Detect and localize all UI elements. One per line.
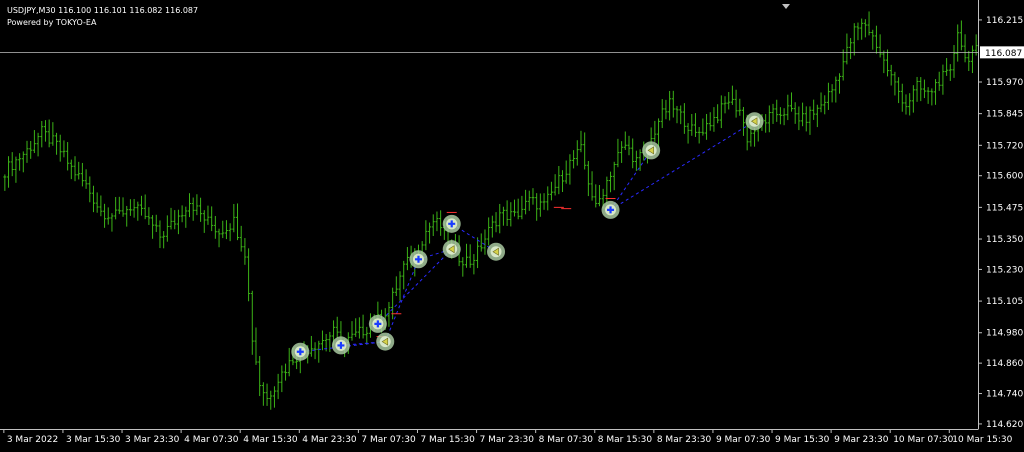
x-tick-label: 9 Mar 07:30 <box>716 435 771 445</box>
x-tick-label: 3 Mar 2022 <box>7 435 58 445</box>
y-tick-label: 115.350 <box>986 235 1023 245</box>
x-tick-label: 7 Mar 07:30 <box>361 435 416 445</box>
x-tick-label: 3 Mar 15:30 <box>66 435 121 445</box>
y-tick-label: 115.720 <box>986 141 1023 151</box>
buy-marker-icon[interactable] <box>368 314 387 333</box>
sell-marker-icon[interactable] <box>376 332 395 351</box>
x-tick-label: 8 Mar 07:30 <box>539 435 594 445</box>
sell-marker-icon[interactable] <box>487 242 506 261</box>
y-tick-label: 116.215 <box>986 16 1023 26</box>
powered-by-label: Powered by TOKYO-EA <box>7 18 97 27</box>
current-price-label: 116.087 <box>985 49 1022 59</box>
buy-marker-icon[interactable] <box>331 336 350 355</box>
x-tick-label: 8 Mar 23:30 <box>657 435 712 445</box>
sell-marker-icon[interactable] <box>642 141 661 160</box>
buy-marker-icon[interactable] <box>409 250 428 269</box>
y-tick-label: 115.600 <box>986 172 1023 182</box>
x-tick-label: 10 Mar 15:30 <box>952 435 1012 445</box>
y-tick-label: 115.230 <box>986 265 1023 275</box>
sell-marker-icon[interactable] <box>442 240 461 259</box>
x-tick-label: 7 Mar 15:30 <box>420 435 475 445</box>
buy-marker-icon[interactable] <box>442 214 461 233</box>
symbol-ohlc-label: USDJPY,M30 116.100 116.101 116.082 116.0… <box>7 6 199 15</box>
candlestick-chart[interactable]: 116.215 115.970 115.845 115.720 115.600 115.4… <box>0 0 1024 448</box>
x-tick-label: 10 Mar 07:30 <box>893 435 953 445</box>
y-tick-label: 115.970 <box>986 78 1023 88</box>
y-tick-label: 114.980 <box>986 329 1023 339</box>
x-tick-label: 4 Mar 23:30 <box>302 435 357 445</box>
y-tick-label: 115.475 <box>986 203 1023 213</box>
x-tick-label: 4 Mar 07:30 <box>184 435 239 445</box>
y-tick-label: 114.620 <box>986 420 1023 430</box>
x-tick-label: 7 Mar 23:30 <box>480 435 535 445</box>
y-tick-label: 114.740 <box>986 390 1023 400</box>
y-tick-label: 115.105 <box>986 297 1023 307</box>
x-tick-label: 8 Mar 15:30 <box>598 435 653 445</box>
buy-marker-icon[interactable] <box>601 200 620 219</box>
y-tick-label: 114.860 <box>986 359 1023 369</box>
y-tick-label: 115.845 <box>986 110 1023 120</box>
x-tick-label: 4 Mar 15:30 <box>243 435 298 445</box>
chart-area[interactable]: 116.215 115.970 115.845 115.720 115.600 115.4… <box>0 0 1024 448</box>
chart-background <box>0 0 1024 448</box>
sell-marker-icon[interactable] <box>745 112 764 131</box>
x-tick-label: 9 Mar 15:30 <box>775 435 830 445</box>
x-tick-label: 9 Mar 23:30 <box>834 435 889 445</box>
buy-marker-icon[interactable] <box>291 342 310 361</box>
x-tick-label: 3 Mar 23:30 <box>125 435 180 445</box>
